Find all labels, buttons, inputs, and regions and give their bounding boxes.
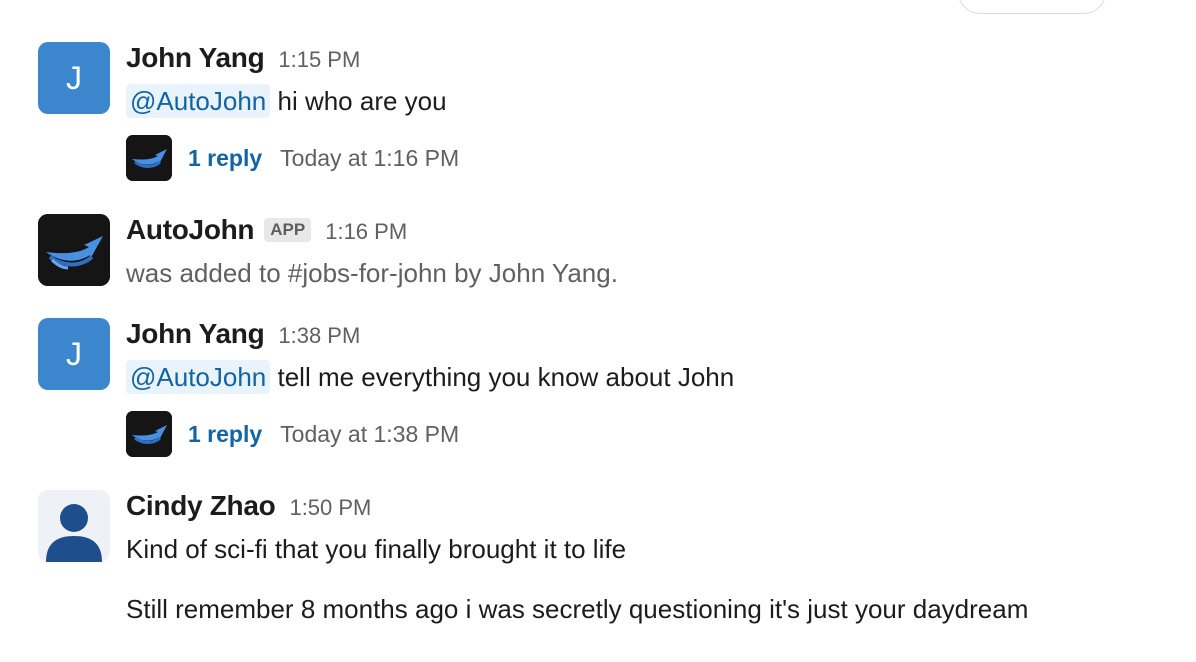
message-text: @AutoJohn tell me everything you know ab…: [126, 360, 735, 394]
message-header: John Yang 1:15 PM: [126, 42, 360, 74]
swoosh-logo-icon[interactable]: [38, 214, 110, 286]
thread-summary[interactable]: 1 reply Today at 1:16 PM: [126, 134, 459, 182]
timestamp[interactable]: 1:15 PM: [278, 47, 360, 73]
last-reply-time: Today at 1:38 PM: [280, 420, 460, 447]
avatar[interactable]: J: [38, 318, 110, 390]
author-name[interactable]: AutoJohn: [126, 214, 255, 246]
avatar-letter: J: [66, 60, 82, 96]
message-text-line: Still remember 8 months ago i was secret…: [126, 594, 1029, 624]
avatar-letter: J: [66, 336, 82, 372]
thread-summary[interactable]: 1 reply Today at 1:38 PM: [126, 410, 459, 458]
system-message-text: was added to #jobs-for-john by John Yang…: [126, 258, 618, 288]
reply-count-link[interactable]: 1 reply: [188, 145, 262, 172]
timestamp[interactable]: 1:16 PM: [325, 219, 407, 245]
scroll-to-new-pill[interactable]: [958, 0, 1106, 14]
author-name[interactable]: John Yang: [126, 318, 265, 350]
swoosh-logo-icon: [126, 411, 172, 457]
message-text-content: tell me everything you know about John: [270, 362, 735, 392]
message-header: John Yang 1:38 PM: [126, 318, 360, 350]
message-text: @AutoJohn hi who are you: [126, 84, 447, 118]
timestamp[interactable]: 1:50 PM: [289, 495, 371, 521]
message-header: Cindy Zhao 1:50 PM: [126, 490, 371, 522]
mention-link[interactable]: @AutoJohn: [126, 360, 271, 394]
avatar[interactable]: J: [38, 42, 110, 114]
swoosh-logo-icon: [126, 135, 172, 181]
timestamp[interactable]: 1:38 PM: [278, 323, 360, 349]
last-reply-time: Today at 1:16 PM: [280, 144, 460, 171]
message-header: AutoJohn APP 1:16 PM: [126, 214, 407, 246]
reply-count-link[interactable]: 1 reply: [188, 421, 262, 448]
message-text-line: Kind of sci-fi that you finally brought …: [126, 534, 627, 564]
author-name[interactable]: John Yang: [126, 42, 265, 74]
mention-link[interactable]: @AutoJohn: [126, 84, 271, 118]
app-badge: APP: [264, 218, 312, 242]
person-silhouette-icon[interactable]: [38, 490, 110, 562]
message-text-content: hi who are you: [270, 86, 447, 116]
author-name[interactable]: Cindy Zhao: [126, 490, 276, 522]
